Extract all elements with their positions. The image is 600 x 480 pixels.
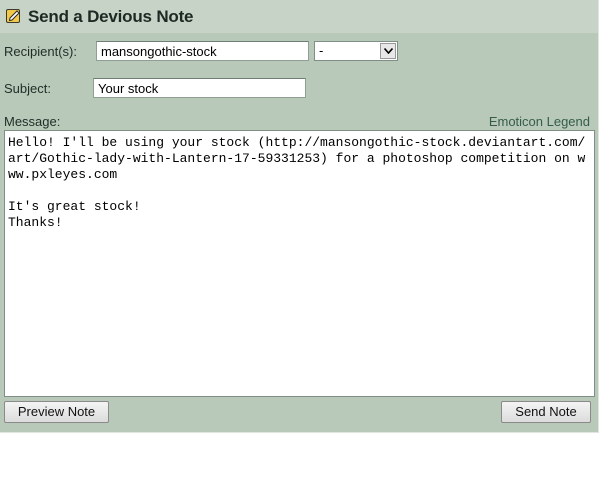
recipient-select[interactable]: - <box>314 41 398 61</box>
message-textarea[interactable]: Hello! I'll be using your stock (http://… <box>4 130 595 397</box>
note-form-panel: Send a Devious Note Recipient(s): - Subj… <box>0 0 599 433</box>
recipient-input[interactable] <box>96 41 309 61</box>
emoticon-legend-link[interactable]: Emoticon Legend <box>489 114 590 129</box>
message-label: Message: <box>4 114 61 129</box>
note-icon <box>6 8 21 23</box>
page-title: Send a Devious Note <box>28 7 194 26</box>
title-bar: Send a Devious Note <box>0 0 598 33</box>
preview-note-button[interactable]: Preview Note <box>4 401 109 423</box>
chevron-down-icon[interactable] <box>380 43 396 59</box>
subject-label: Subject: <box>4 81 51 96</box>
subject-input[interactable] <box>93 78 306 98</box>
send-note-button[interactable]: Send Note <box>501 401 591 423</box>
recipient-select-value: - <box>319 43 324 58</box>
recipient-label: Recipient(s): <box>4 44 77 59</box>
